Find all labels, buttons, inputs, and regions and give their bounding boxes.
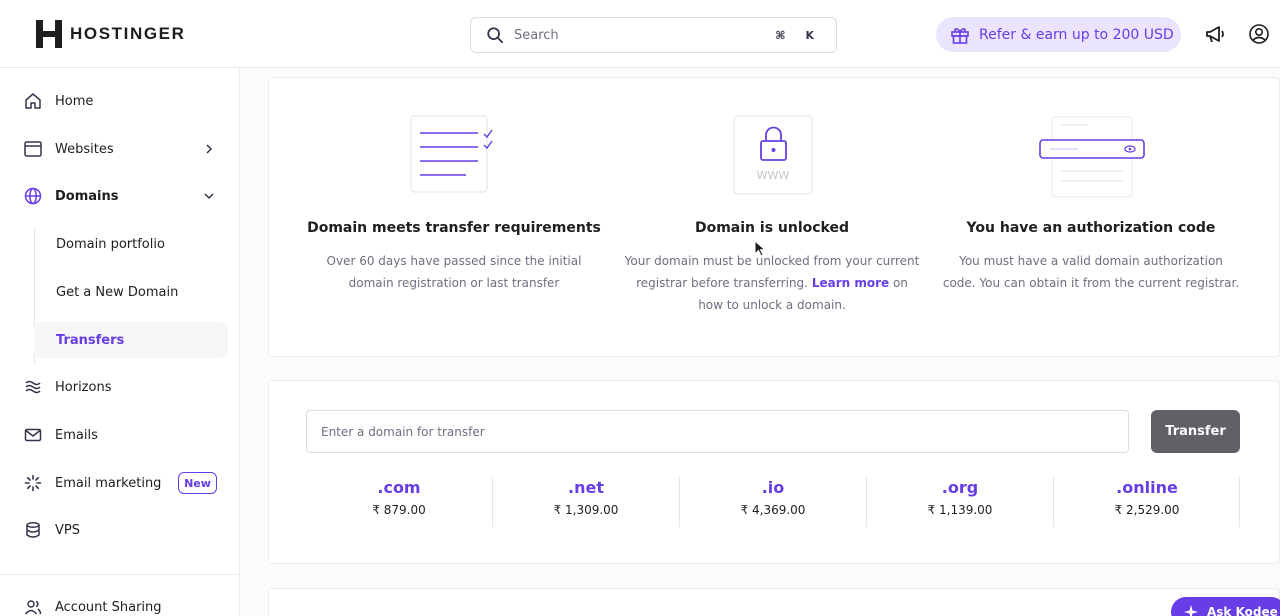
sidebar-item-label: Emails bbox=[55, 427, 98, 443]
tld-price-item[interactable]: .io ₹ 4,369.00 bbox=[680, 478, 866, 528]
domain-transfer-input-wrapper[interactable] bbox=[306, 410, 1129, 453]
mail-icon bbox=[24, 428, 42, 442]
search-bar[interactable]: Search ⌘ K bbox=[470, 17, 837, 53]
sidebar-subitem-transfers[interactable]: Transfers bbox=[34, 322, 228, 358]
top-header: HOSTINGER Search ⌘ K Refer & earn up to … bbox=[0, 0, 1280, 68]
hostinger-logo[interactable]: HOSTINGER bbox=[36, 20, 185, 48]
sidebar-subitem-get-new-domain[interactable]: Get a New Domain bbox=[34, 274, 228, 310]
tld-extension: .io bbox=[761, 478, 785, 497]
gift-icon bbox=[951, 27, 969, 44]
tld-price-item[interactable]: .net ₹ 1,309.00 bbox=[493, 478, 679, 528]
sidebar-subitem-label: Get a New Domain bbox=[56, 284, 179, 300]
users-icon bbox=[24, 600, 42, 615]
sidebar-item-email-marketing[interactable]: Email marketing New bbox=[0, 463, 240, 503]
tld-price: ₹ 1,309.00 bbox=[553, 503, 619, 517]
sparkle-icon bbox=[1184, 605, 1198, 616]
www-text: WWW bbox=[757, 169, 790, 182]
sidebar-subitem-label: Domain portfolio bbox=[56, 236, 165, 252]
spark-icon bbox=[24, 474, 42, 492]
sidebar-divider bbox=[0, 574, 240, 575]
tld-price: ₹ 2,529.00 bbox=[1114, 503, 1180, 517]
ask-kodee-label: Ask Kodee bbox=[1207, 605, 1278, 616]
shortcut-key-cmd: ⌘ bbox=[775, 28, 786, 42]
sidebar-item-home[interactable]: Home bbox=[0, 81, 240, 121]
search-icon bbox=[487, 27, 504, 44]
tld-extension: .org bbox=[941, 478, 979, 497]
sidebar-subitem-label: Transfers bbox=[56, 332, 125, 348]
sidebar-item-label: Account Sharing bbox=[55, 599, 162, 615]
learn-more-link[interactable]: Learn more bbox=[812, 276, 889, 290]
sidebar-item-websites[interactable]: Websites bbox=[0, 129, 240, 169]
tld-extension: .online bbox=[1116, 478, 1178, 497]
tld-price: ₹ 1,139.00 bbox=[927, 503, 993, 517]
megaphone-icon[interactable] bbox=[1204, 23, 1226, 45]
sidebar-item-account-sharing[interactable]: Account Sharing bbox=[0, 587, 240, 616]
requirement-item: You have an authorization code You must … bbox=[941, 220, 1241, 294]
checklist-illustration bbox=[410, 115, 493, 193]
sidebar-item-vps[interactable]: VPS bbox=[0, 510, 240, 550]
sidebar-item-domains[interactable]: Domains bbox=[0, 176, 240, 216]
account-icon[interactable] bbox=[1248, 23, 1270, 45]
tld-divider bbox=[1239, 477, 1240, 527]
sidebar: Home Websites Domains Domain portfolio G… bbox=[0, 68, 240, 616]
search-placeholder: Search bbox=[514, 27, 559, 43]
requirement-title: You have an authorization code bbox=[966, 220, 1216, 236]
tld-extension: .com bbox=[377, 478, 421, 497]
password-field-illustration bbox=[1039, 116, 1145, 198]
chevron-down-icon bbox=[204, 193, 214, 200]
lower-card bbox=[268, 588, 1280, 616]
tld-price: ₹ 4,369.00 bbox=[740, 503, 806, 517]
sidebar-item-label: Websites bbox=[55, 141, 114, 157]
requirement-title: Domain is unlocked bbox=[694, 220, 850, 236]
shortcut-key-k: K bbox=[805, 28, 814, 42]
refer-earn-label: Refer & earn up to 200 USD bbox=[979, 26, 1174, 43]
padlock-illustration: WWW bbox=[733, 115, 813, 195]
sidebar-item-label: Home bbox=[55, 93, 94, 109]
waves-icon bbox=[25, 380, 41, 394]
sidebar-item-emails[interactable]: Emails bbox=[0, 415, 240, 455]
requirement-text: Your domain must be unlocked from your c… bbox=[622, 250, 922, 316]
logo-text: HOSTINGER bbox=[70, 24, 186, 43]
sidebar-subitem-domain-portfolio[interactable]: Domain portfolio bbox=[34, 226, 228, 262]
tld-extension: .net bbox=[568, 478, 604, 497]
requirement-text: Over 60 days have passed since the initi… bbox=[326, 254, 582, 290]
sidebar-item-horizons[interactable]: Horizons bbox=[0, 367, 240, 407]
globe-icon bbox=[24, 187, 42, 205]
ask-kodee-button[interactable]: Ask Kodee bbox=[1171, 597, 1280, 616]
domain-transfer-input[interactable] bbox=[321, 424, 1101, 439]
requirement-item: Domain meets transfer requirements Over … bbox=[304, 220, 604, 294]
sidebar-item-label: Horizons bbox=[55, 379, 112, 395]
hostinger-logo-icon bbox=[36, 20, 62, 48]
refer-earn-button[interactable]: Refer & earn up to 200 USD bbox=[936, 17, 1181, 52]
tld-price-item[interactable]: .org ₹ 1,139.00 bbox=[867, 478, 1053, 528]
requirement-item: Domain is unlocked Your domain must be u… bbox=[622, 220, 922, 316]
home-icon bbox=[25, 93, 41, 109]
new-badge: New bbox=[178, 472, 217, 494]
browser-icon bbox=[24, 141, 42, 157]
mouse-cursor-icon bbox=[754, 240, 766, 257]
sidebar-item-label: Email marketing bbox=[55, 475, 162, 491]
tld-price-item[interactable]: .online ₹ 2,529.00 bbox=[1054, 478, 1240, 528]
domain-transfer-card bbox=[268, 380, 1280, 564]
database-icon bbox=[26, 522, 40, 538]
tld-price-item[interactable]: .com ₹ 879.00 bbox=[306, 478, 492, 528]
sidebar-item-label: VPS bbox=[55, 522, 80, 538]
chevron-right-icon bbox=[206, 144, 213, 154]
requirement-title: Domain meets transfer requirements bbox=[307, 220, 601, 236]
tld-price: ₹ 879.00 bbox=[372, 503, 426, 517]
requirement-text: You must have a valid domain authorizati… bbox=[942, 254, 1240, 290]
transfer-button[interactable]: Transfer bbox=[1151, 410, 1240, 453]
sidebar-item-label: Domains bbox=[55, 188, 119, 204]
